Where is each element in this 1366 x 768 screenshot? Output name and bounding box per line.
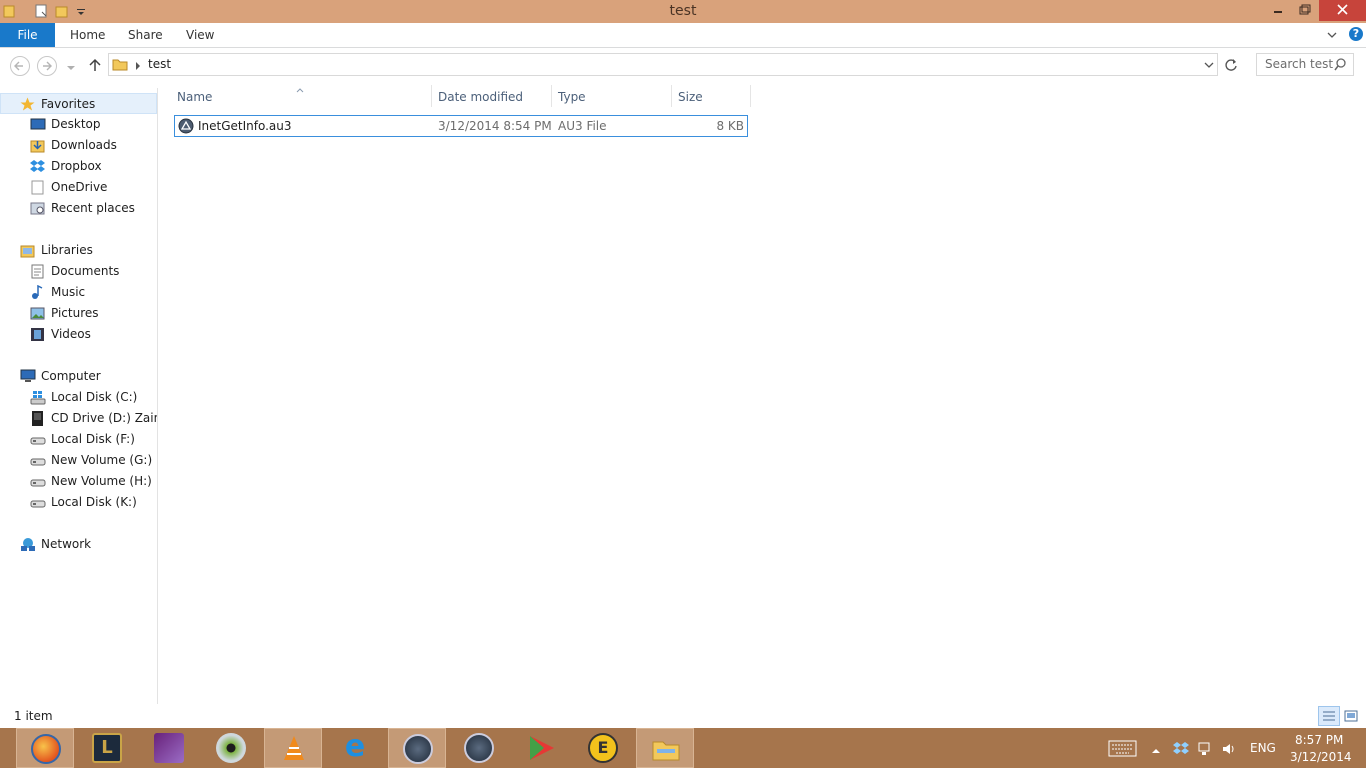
minimize-button[interactable] [1264,0,1292,21]
column-header-date-modified[interactable]: Date modified [438,88,523,106]
restore-button[interactable] [1290,0,1318,21]
taskbar-app-autoit[interactable] [388,728,446,768]
breadcrumb-test[interactable]: test [148,57,171,71]
taskbar-app-visual-studio[interactable] [140,728,198,768]
downloads-icon [30,138,45,153]
column-divider[interactable] [551,85,552,107]
drive-icon [30,474,46,489]
tab-home[interactable]: Home [70,23,105,47]
window-title: test [669,3,697,19]
keyboard-icon[interactable] [1108,740,1138,761]
column-divider[interactable] [671,85,672,107]
cd-drive-icon [30,411,45,426]
visual-studio-icon [154,733,184,763]
file-explorer-icon [651,734,681,764]
star-icon [20,97,35,112]
status-bar: 1 item [0,706,1366,728]
documents-icon [30,264,45,279]
firefox-icon [31,734,61,764]
libraries-icon [20,243,35,258]
ribbon-tabs: File Home Share View ? [0,23,1366,48]
taskbar-app-firefox[interactable] [16,728,74,768]
taskbar-app-autoit-2[interactable] [450,728,508,768]
search-icon [1334,58,1347,74]
folder-icon [112,56,128,75]
vlc-icon [279,734,309,764]
taskbar-app-eye[interactable] [202,728,260,768]
dropbox-tray-icon[interactable] [1173,741,1189,760]
desktop-icon [30,117,46,132]
music-icon [30,284,45,300]
chevron-right-icon[interactable] [134,60,142,74]
show-hidden-icons-icon[interactable] [1151,744,1161,758]
navigation-pane: Favorites Desktop Downloads Dropbox OneD… [0,88,158,704]
clock-time[interactable]: 8:57 PM [1295,733,1343,747]
large-icons-view-icon[interactable] [1343,708,1359,727]
sidebar-item-favorites[interactable]: Favorites [0,93,157,114]
onedrive-icon [30,180,45,195]
drive-icon [30,495,46,510]
back-button[interactable] [10,56,30,76]
autoit-file-icon [178,118,194,137]
column-divider[interactable] [750,85,751,107]
refresh-icon[interactable] [1224,58,1238,75]
file-size: 8 KB [716,119,744,133]
videos-icon [30,327,45,342]
navigation-bar: test Search test [0,49,1366,81]
play-icon [526,733,556,763]
up-arrow-icon[interactable] [88,57,102,76]
autoit-icon [403,734,433,764]
tab-file[interactable]: File [0,23,55,47]
file-type: AU3 File [558,119,607,133]
taskbar-app-file-explorer[interactable] [636,728,694,768]
table-row[interactable]: InetGetInfo.au3 3/12/2014 8:54 PM AU3 Fi… [174,115,748,137]
column-divider[interactable] [431,85,432,107]
address-dropdown-icon[interactable] [1203,60,1215,74]
language-indicator[interactable]: ENG [1250,741,1276,755]
internet-explorer-icon: e [344,729,366,764]
system-drive-icon [30,390,46,405]
autoit-icon [464,733,494,763]
dropbox-icon [30,159,45,174]
item-count: 1 item [14,709,53,723]
file-date-modified: 3/12/2014 8:54 PM [438,119,552,133]
drive-icon [30,432,46,447]
taskbar-app-vlc[interactable] [264,728,322,768]
network-tray-icon[interactable] [1197,741,1213,760]
recent-places-icon [30,201,45,216]
volume-icon[interactable] [1221,741,1237,760]
eye-icon [216,733,246,763]
computer-icon [20,369,36,384]
taskbar-app-league-of-legends[interactable]: L [78,728,136,768]
network-icon [20,537,35,552]
column-header-name[interactable]: Name [177,88,212,106]
forward-button[interactable] [37,56,57,76]
league-of-legends-icon: L [92,733,122,763]
ultraedit-icon: E [588,733,618,763]
drive-icon [30,453,46,468]
close-button[interactable] [1319,0,1366,21]
pictures-icon [30,306,45,321]
details-view-icon[interactable] [1318,706,1340,726]
taskbar-app-internet-explorer[interactable]: e [326,728,384,768]
clock-date[interactable]: 3/12/2014 [1290,750,1352,764]
tab-share[interactable]: Share [128,23,163,47]
tab-view[interactable]: View [186,23,214,47]
column-header-size[interactable]: Size [678,88,703,106]
sort-ascending-icon [296,82,304,96]
taskbar-app-media-player[interactable] [512,728,570,768]
column-header-type[interactable]: Type [558,88,586,106]
address-bar[interactable]: test [108,53,1218,76]
taskbar-app-ultraedit[interactable]: E [574,728,632,768]
title-bar: test [0,0,1366,23]
file-name: InetGetInfo.au3 [198,119,292,133]
recent-locations-icon[interactable] [66,61,76,75]
expand-ribbon-icon[interactable] [1326,29,1338,43]
taskbar: L e E ENG 8:57 PM 3/12/2014 [0,728,1366,768]
help-button[interactable]: ? [1349,27,1363,41]
